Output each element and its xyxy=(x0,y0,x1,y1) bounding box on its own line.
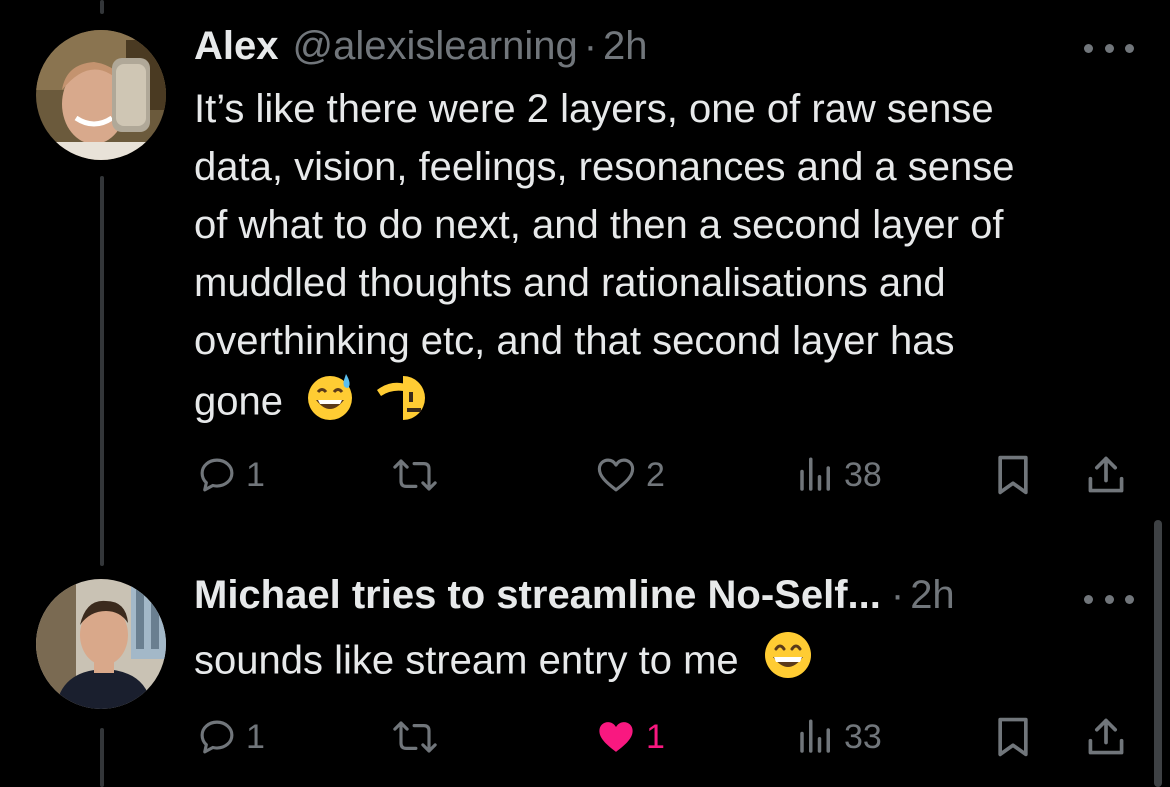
text-line-last: gone xyxy=(194,370,1124,438)
author-name[interactable]: Alex xyxy=(194,24,279,69)
tweet-text: It’s like there were 2 layers, one of ra… xyxy=(194,80,1124,438)
tweet-alex[interactable]: Alex @alexislearning · 2h It’s like ther… xyxy=(0,0,1170,540)
avatar[interactable] xyxy=(36,30,166,160)
bar-chart-icon xyxy=(800,457,830,491)
text-line: muddled thoughts and rationalisations an… xyxy=(194,261,946,305)
reply-button[interactable]: 1 xyxy=(196,450,265,500)
like-count: 1 xyxy=(646,717,665,756)
scrollbar[interactable] xyxy=(1154,520,1162,787)
retweet-button[interactable] xyxy=(392,712,446,762)
view-count: 33 xyxy=(844,717,882,756)
text-line: data, vision, feelings, resonances and a… xyxy=(194,145,1015,189)
views-button[interactable]: 33 xyxy=(796,712,882,762)
like-button[interactable]: 2 xyxy=(594,450,665,500)
retweet-icon xyxy=(393,721,437,753)
tweet-actions: 1 2 38 xyxy=(194,450,1134,500)
tweet-text: sounds like stream entry to me xyxy=(194,629,1124,697)
tweet-michael[interactable]: Michael tries to streamline No-Self... ·… xyxy=(0,545,1170,787)
bookmark-button[interactable] xyxy=(994,712,1032,762)
bar-chart-icon xyxy=(800,719,830,753)
reply-button[interactable]: 1 xyxy=(196,712,265,762)
separator-dot: · xyxy=(583,24,598,68)
author-handle[interactable]: @alexislearning xyxy=(293,24,578,69)
share-button[interactable] xyxy=(1084,712,1128,762)
text-line: sounds like stream entry to me xyxy=(194,638,739,683)
heart-filled-icon xyxy=(599,722,633,752)
grinning-face-with-sweat-icon xyxy=(304,370,356,438)
tweet-actions: 1 1 33 xyxy=(194,712,1134,762)
like-button[interactable]: 1 xyxy=(594,712,665,762)
like-count: 2 xyxy=(646,455,665,494)
retweet-button[interactable] xyxy=(392,450,446,500)
text-line: overthinking etc, and that second layer … xyxy=(194,319,955,363)
timestamp[interactable]: 2h xyxy=(910,573,955,618)
heart-icon xyxy=(597,458,635,492)
reply-count: 1 xyxy=(246,455,265,494)
more-options-icon[interactable] xyxy=(1084,38,1134,58)
bookmark-icon xyxy=(998,717,1028,757)
tweet-header: Michael tries to streamline No-Self... ·… xyxy=(194,573,955,633)
reply-icon xyxy=(200,720,234,754)
reply-icon xyxy=(200,458,234,492)
separator-dot: · xyxy=(890,573,905,617)
timestamp[interactable]: 2h xyxy=(603,24,648,69)
more-options-icon[interactable] xyxy=(1084,589,1134,609)
text-line: It’s like there were 2 layers, one of ra… xyxy=(194,87,994,131)
avatar[interactable] xyxy=(36,579,166,709)
share-button[interactable] xyxy=(1084,450,1128,500)
retweet-icon xyxy=(393,459,437,491)
bookmark-button[interactable] xyxy=(994,450,1032,500)
saluting-face-icon xyxy=(375,370,433,438)
text-line: of what to do next, and then a second la… xyxy=(194,203,1004,247)
bookmark-icon xyxy=(998,455,1028,495)
reply-count: 1 xyxy=(246,717,265,756)
share-icon xyxy=(1088,718,1124,755)
author-name[interactable]: Michael tries to streamline No-Self... xyxy=(194,573,881,618)
view-count: 38 xyxy=(844,455,882,494)
text-line: gone xyxy=(194,379,283,424)
beaming-face-icon xyxy=(762,629,814,697)
tweet-header: Alex @alexislearning · 2h xyxy=(194,24,648,84)
views-button[interactable]: 38 xyxy=(796,450,882,500)
share-icon xyxy=(1088,456,1124,493)
